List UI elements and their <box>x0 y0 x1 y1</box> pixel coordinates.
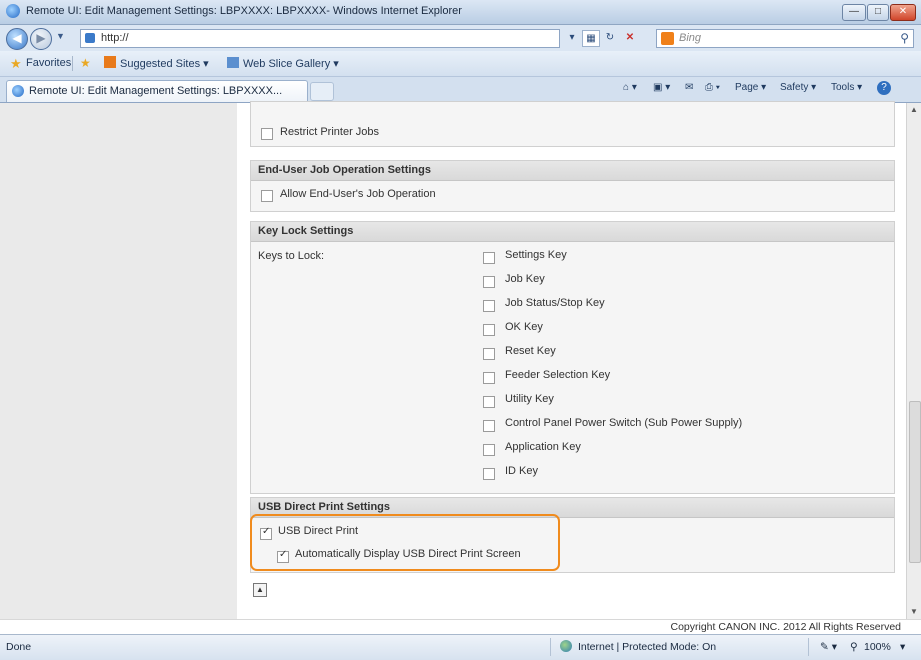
highlight-callout <box>250 514 560 571</box>
forward-button[interactable]: ▶ <box>30 28 52 50</box>
web-slice-icon <box>227 57 239 68</box>
suggested-sites-icon <box>104 56 116 68</box>
browser-content: Restrict Printer Jobs End-User Job Opera… <box>0 101 921 635</box>
home-icon[interactable]: ⌂ ▾ <box>623 82 637 93</box>
scroll-up-arrow-icon[interactable]: ▲ <box>910 105 918 114</box>
search-placeholder: Bing <box>679 32 702 44</box>
page-top-button[interactable]: ▲ <box>253 583 267 597</box>
tab-row: Remote UI: Edit Management Settings: LBP… <box>0 77 921 102</box>
page-menu[interactable]: Page ▾ <box>735 82 766 93</box>
page-icon <box>85 33 95 43</box>
favorites-star-icon: ★ <box>10 56 22 71</box>
stop-icon[interactable]: ✕ <box>622 30 638 45</box>
back-button[interactable]: ◀ <box>6 28 28 50</box>
key-lock-checkbox-settings[interactable] <box>483 252 495 264</box>
protected-mode-icon[interactable]: ✎ ▾ <box>820 641 837 653</box>
safety-menu[interactable]: Safety ▾ <box>780 82 816 93</box>
add-favorite-icon[interactable]: ★ <box>80 56 91 70</box>
favorites-divider <box>72 56 73 71</box>
status-divider <box>550 638 551 656</box>
key-lock-checkbox-control-panel-power[interactable] <box>483 420 495 432</box>
favorites-button[interactable]: Favorites <box>26 57 71 69</box>
search-input[interactable]: Bing ⚲ <box>656 29 914 48</box>
new-tab-button[interactable] <box>310 82 334 101</box>
restrict-printer-jobs-checkbox[interactable] <box>261 128 273 140</box>
key-lock-label-ok: OK Key <box>505 321 543 333</box>
feeds-icon[interactable]: ▣ ▾ <box>653 82 670 93</box>
settings-main: Restrict Printer Jobs End-User Job Opera… <box>237 101 909 633</box>
minimize-button[interactable]: — <box>842 4 866 21</box>
end-user-section-header: End-User Job Operation Settings <box>251 161 894 181</box>
address-field[interactable]: http:// <box>80 29 560 48</box>
key-lock-section: Key Lock Settings Keys to Lock: Settings… <box>250 221 895 494</box>
help-icon[interactable]: ? <box>877 81 891 95</box>
bing-icon <box>661 32 674 45</box>
maximize-button[interactable]: □ <box>867 4 889 21</box>
scrollbar-thumb[interactable] <box>909 401 921 563</box>
close-button[interactable]: ✕ <box>890 4 916 21</box>
tab-ie-icon <box>12 85 24 97</box>
search-icon[interactable]: ⚲ <box>900 31 909 45</box>
recent-pages-dropdown-icon[interactable]: ▼ <box>56 31 65 41</box>
zoom-icon[interactable]: ⚲ <box>850 641 858 653</box>
security-zone-text[interactable]: Internet | Protected Mode: On <box>578 641 716 653</box>
zoom-dropdown-icon[interactable]: ▾ <box>900 641 905 653</box>
end-user-job-section: End-User Job Operation Settings Allow En… <box>250 160 895 212</box>
compatibility-view-icon[interactable]: ▦ <box>582 30 600 47</box>
allow-end-user-job-operation-checkbox[interactable] <box>261 190 273 202</box>
status-divider <box>808 638 809 656</box>
refresh-icon[interactable]: ↻ <box>602 30 618 45</box>
restrict-jobs-section: Restrict Printer Jobs <box>250 101 895 147</box>
address-url: http:// <box>101 32 129 44</box>
restrict-printer-jobs-label: Restrict Printer Jobs <box>280 126 380 138</box>
key-lock-label-application: Application Key <box>505 441 581 453</box>
key-lock-checkbox-job[interactable] <box>483 276 495 288</box>
vertical-scrollbar[interactable]: ▲ ▼ <box>906 103 921 619</box>
status-bar: Done Internet | Protected Mode: On ✎ ▾ ⚲… <box>0 634 921 660</box>
command-bar: ⌂ ▾ ▣ ▾ ✉ ⎙ ▾ Page ▾ Safety ▾ Tools ▾ ? <box>623 81 913 98</box>
allow-end-user-job-operation-label: Allow End-User's Job Operation <box>280 188 436 200</box>
copyright-text: Copyright CANON INC. 2012 All Rights Res… <box>670 621 901 633</box>
suggested-sites-link[interactable]: Suggested Sites ▾ <box>120 57 209 70</box>
scroll-down-arrow-icon[interactable]: ▼ <box>910 607 918 616</box>
ie-logo-icon <box>6 4 20 18</box>
window-titlebar: Remote UI: Edit Management Settings: LBP… <box>0 0 921 25</box>
internet-zone-icon <box>560 640 572 652</box>
key-lock-checkbox-utility[interactable] <box>483 396 495 408</box>
end-user-section-title: End-User Job Operation Settings <box>258 164 431 176</box>
usb-section-title: USB Direct Print Settings <box>258 501 391 513</box>
key-lock-section-title: Key Lock Settings <box>258 225 354 237</box>
key-lock-checkbox-feeder-selection[interactable] <box>483 372 495 384</box>
status-text: Done <box>6 641 32 653</box>
key-lock-checkbox-application[interactable] <box>483 444 495 456</box>
tab-remote-ui[interactable]: Remote UI: Edit Management Settings: LBP… <box>6 80 308 102</box>
key-lock-checkbox-reset[interactable] <box>483 348 495 360</box>
window-title: Remote UI: Edit Management Settings: LBP… <box>26 5 462 17</box>
key-lock-label-reset: Reset Key <box>505 345 556 357</box>
left-navigation-panel <box>0 103 238 633</box>
key-lock-label-control-panel-power: Control Panel Power Switch (Sub Power Su… <box>505 417 743 429</box>
tools-menu[interactable]: Tools ▾ <box>831 82 862 93</box>
key-lock-section-header: Key Lock Settings <box>251 222 894 242</box>
zoom-level[interactable]: 100% <box>864 641 891 653</box>
address-row: ◀ ▶ ▼ http:// ▾ ▦ ↻ ✕ Bing ⚲ <box>0 25 921 51</box>
key-lock-label-feeder-selection: Feeder Selection Key <box>505 369 611 381</box>
keys-to-lock-label: Keys to Lock: <box>258 250 325 262</box>
favorites-bar: ★ Favorites ★ Suggested Sites ▾ Web Slic… <box>0 51 921 77</box>
key-lock-checkbox-ok[interactable] <box>483 324 495 336</box>
key-lock-checkbox-id[interactable] <box>483 468 495 480</box>
key-lock-checkbox-job-status-stop[interactable] <box>483 300 495 312</box>
print-icon[interactable]: ⎙ ▾ <box>705 82 720 93</box>
copyright-bar: Copyright CANON INC. 2012 All Rights Res… <box>0 619 921 635</box>
key-lock-label-id: ID Key <box>505 465 539 477</box>
key-lock-label-settings: Settings Key <box>505 249 567 261</box>
key-lock-label-job-status-stop: Job Status/Stop Key <box>505 297 605 309</box>
key-lock-label-job: Job Key <box>505 273 545 285</box>
key-lock-label-utility: Utility Key <box>505 393 554 405</box>
mail-icon[interactable]: ✉ <box>685 82 693 93</box>
tab-title: Remote UI: Edit Management Settings: LBP… <box>29 85 283 97</box>
web-slice-gallery-link[interactable]: Web Slice Gallery ▾ <box>243 57 339 70</box>
address-dropdown-icon[interactable]: ▾ <box>566 30 578 45</box>
